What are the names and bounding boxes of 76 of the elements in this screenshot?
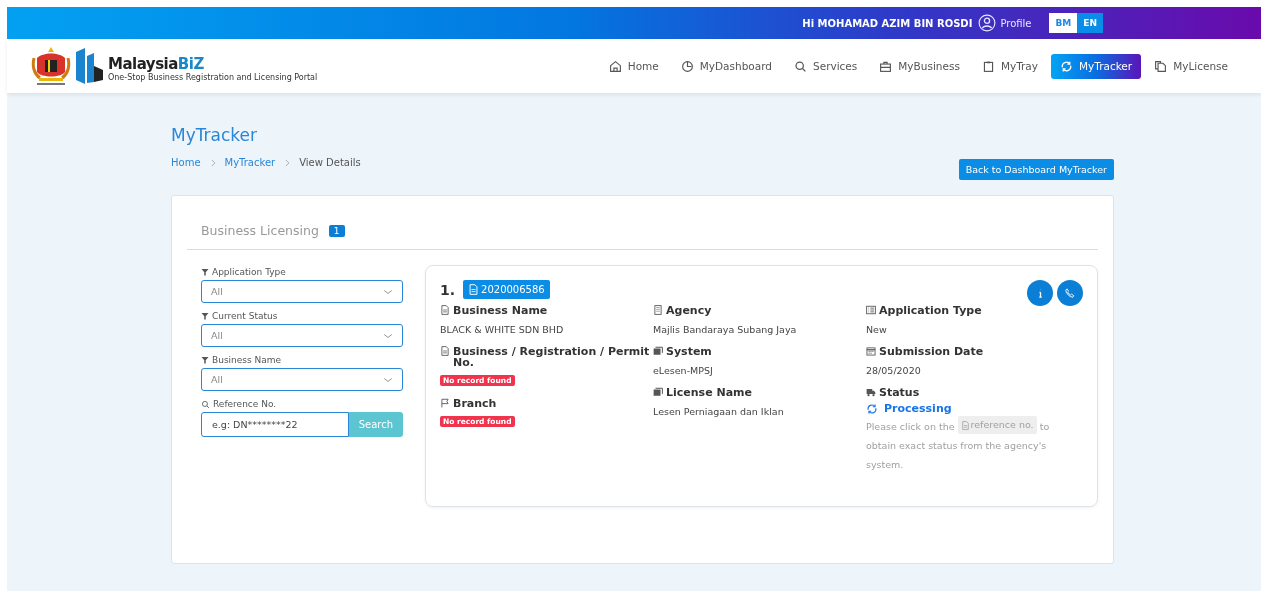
count-badge: 1 <box>328 224 345 237</box>
select-field[interactable]: All <box>201 324 403 347</box>
logo-tagline: One-Stop Business Registration and Licensing Portal <box>108 72 318 82</box>
search-button[interactable]: Search <box>348 412 403 437</box>
search-icon <box>201 399 210 409</box>
document-icon <box>440 346 450 356</box>
status-value: Processing <box>884 402 952 415</box>
logo-wordmark: MalaysiaBiZ <box>108 56 205 72</box>
status-note: Please click on the reference no. to obtain exact status from the agency's system. <box>866 416 1051 474</box>
select-field[interactable]: All <box>201 280 403 303</box>
nav-item[interactable]: MyLicense <box>1145 53 1237 79</box>
list-icon <box>866 305 876 315</box>
building-icon <box>653 305 663 315</box>
nav-item[interactable]: MyTracker <box>1051 53 1142 79</box>
page-title: MyTracker <box>171 125 259 145</box>
sync-icon <box>866 402 878 415</box>
calendar-icon <box>866 346 876 356</box>
truck-icon <box>866 387 876 397</box>
user-greeting: Hi MOHAMAD AZIM BIN ROSDI <box>802 17 973 29</box>
field-label: Application Type <box>879 305 982 316</box>
nav-item[interactable]: Home <box>599 53 668 79</box>
breadcrumb-link[interactable]: Home <box>171 157 201 168</box>
clipboard-icon <box>981 59 995 73</box>
section-title: Business Licensing <box>201 223 319 238</box>
nav-item[interactable]: MyTray <box>972 53 1047 79</box>
field-value: New <box>866 324 888 335</box>
field-value: eLesen-MPSJ <box>653 365 714 376</box>
search-icon <box>794 59 807 73</box>
field-label: System <box>666 346 712 357</box>
language-button[interactable]: EN <box>1077 13 1103 33</box>
nav-item[interactable]: MyBusiness <box>870 53 969 79</box>
field-value: 28/05/2020 <box>866 365 922 376</box>
field-label: Status <box>879 387 920 398</box>
field-value: BLACK & WHITE SDN BHD <box>440 324 565 335</box>
document-icon <box>468 284 480 295</box>
phone-button[interactable] <box>1057 280 1083 306</box>
back-button[interactable]: Back to Dashboard MyTracker <box>958 159 1114 180</box>
field-value: Majlis Bandaraya Subang Jaya <box>653 324 798 335</box>
user-icon <box>978 14 997 32</box>
filter-icon <box>201 356 209 364</box>
filter-label: Reference No. <box>213 399 277 409</box>
nav-item[interactable]: Services <box>785 53 867 79</box>
home-icon <box>608 59 622 73</box>
breadcrumb-link[interactable]: MyTracker <box>224 157 276 168</box>
breadcrumb-current: View Details <box>299 157 361 168</box>
filter-label: Business Name <box>212 355 282 365</box>
select-field[interactable]: All <box>201 368 403 391</box>
field-label: Business / Registration / Permit No. <box>453 346 651 368</box>
window-icon <box>653 387 663 397</box>
filter-icon <box>201 268 209 276</box>
profile-link[interactable]: Profile <box>978 14 1032 32</box>
filter-label: Application Type <box>212 267 286 277</box>
field-label: Agency <box>666 305 712 316</box>
info-button[interactable] <box>1027 280 1053 306</box>
field-label: Business Name <box>453 305 548 316</box>
field-label: Branch <box>453 398 497 409</box>
document-icon <box>960 420 970 430</box>
language-button[interactable]: BM <box>1049 13 1078 33</box>
record-index: 1. <box>440 281 456 298</box>
filter-label: Current Status <box>212 311 278 321</box>
reference-input[interactable]: e.g: DN********22 <box>201 412 349 437</box>
filter-icon <box>201 312 209 320</box>
document-icon <box>440 305 450 315</box>
flag-icon <box>440 398 450 408</box>
briefcase-icon <box>879 59 893 73</box>
sync-icon <box>1060 59 1073 73</box>
field-label: License Name <box>666 387 752 398</box>
window-icon <box>653 346 663 356</box>
dashboard-icon <box>680 59 694 73</box>
field-value: Lesen Perniagaan dan Iklan <box>653 406 785 417</box>
documents-icon <box>1154 59 1168 73</box>
reference-button[interactable]: 2020006586 <box>463 280 550 299</box>
nav-item[interactable]: MyDashboard <box>671 53 781 79</box>
field-label: Submission Date <box>879 346 984 357</box>
phone-icon <box>1064 287 1076 299</box>
logo-bars-icon <box>74 46 104 86</box>
